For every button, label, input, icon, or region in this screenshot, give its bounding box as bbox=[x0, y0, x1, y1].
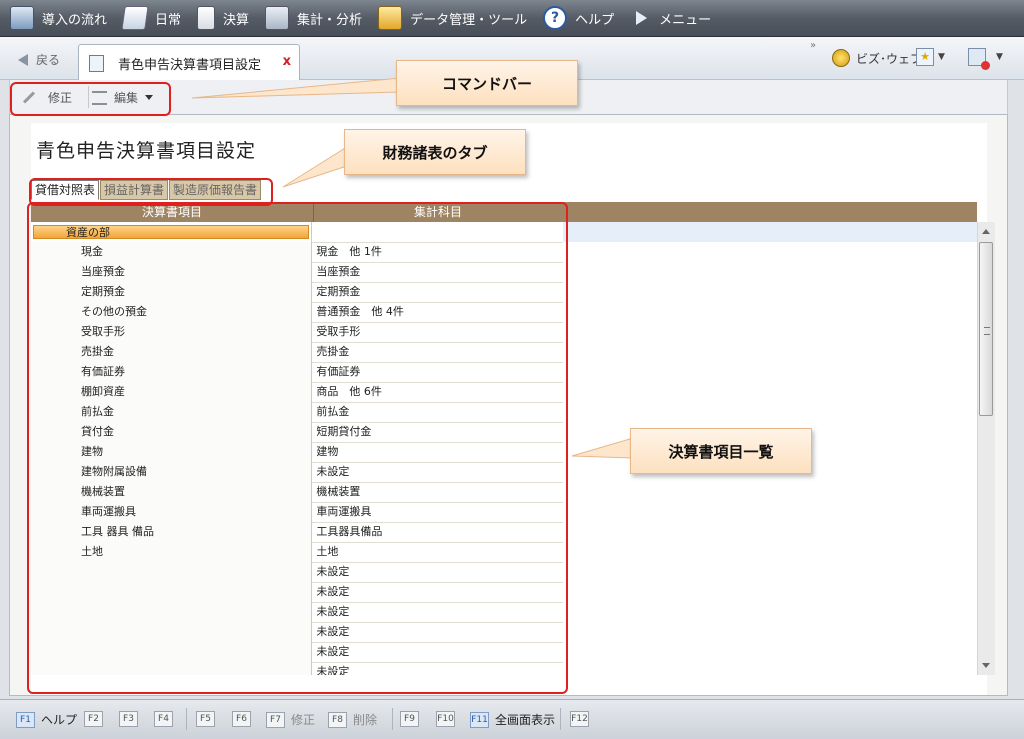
function-key-cap: F5 bbox=[196, 711, 215, 727]
function-key-f12[interactable]: F12 bbox=[570, 711, 595, 727]
function-key-f4[interactable]: F4 bbox=[154, 711, 179, 727]
function-key-f5[interactable]: F5 bbox=[196, 711, 221, 727]
function-key-f9[interactable]: F9 bbox=[400, 711, 425, 727]
function-key-label: 修正 bbox=[291, 713, 316, 727]
function-key-divider bbox=[392, 708, 393, 730]
callout-pointer bbox=[571, 437, 634, 459]
function-key-cap: F9 bbox=[400, 711, 419, 727]
function-key-f1[interactable]: F1 ヘルプ bbox=[16, 711, 77, 728]
function-key-cap: F1 bbox=[16, 711, 35, 728]
function-key-cap: F3 bbox=[119, 711, 138, 727]
function-key-bar: F1 ヘルプ F2 F3 F4 F5 F6 F7 修正 F8 削除 F9 F10 F11 全画面表示 F12 bbox=[0, 699, 1024, 739]
function-key-divider bbox=[560, 708, 561, 730]
callout-pointer bbox=[282, 144, 351, 188]
function-key-f7[interactable]: F7 修正 bbox=[266, 711, 315, 728]
callout-command-bar: コマンドバー bbox=[396, 60, 578, 106]
function-key-cap: F4 bbox=[154, 711, 173, 727]
callout-pointers bbox=[191, 77, 634, 459]
callout-statement-tabs: 財務諸表のタブ bbox=[344, 129, 526, 175]
function-key-cap: F6 bbox=[232, 711, 251, 727]
function-key-cap: F12 bbox=[570, 711, 589, 727]
callout-pointer bbox=[191, 77, 401, 99]
callout-item-list: 決算書項目一覧 bbox=[630, 428, 812, 474]
function-key-f10[interactable]: F10 bbox=[436, 711, 461, 727]
function-key-f2[interactable]: F2 bbox=[84, 711, 109, 727]
function-key-cap: F7 bbox=[266, 711, 285, 728]
function-key-f11[interactable]: F11 全画面表示 bbox=[470, 711, 555, 728]
function-key-label: 全画面表示 bbox=[495, 713, 556, 727]
function-key-cap: F10 bbox=[436, 711, 455, 727]
function-key-cap: F11 bbox=[470, 711, 489, 728]
function-key-f6[interactable]: F6 bbox=[232, 711, 257, 727]
function-key-f3[interactable]: F3 bbox=[119, 711, 144, 727]
function-key-f8[interactable]: F8 削除 bbox=[328, 711, 377, 728]
function-key-divider bbox=[186, 708, 187, 730]
function-key-cap: F8 bbox=[328, 711, 347, 728]
function-key-label: 削除 bbox=[353, 713, 378, 727]
function-key-cap: F2 bbox=[84, 711, 103, 727]
function-key-label: ヘルプ bbox=[41, 713, 78, 727]
